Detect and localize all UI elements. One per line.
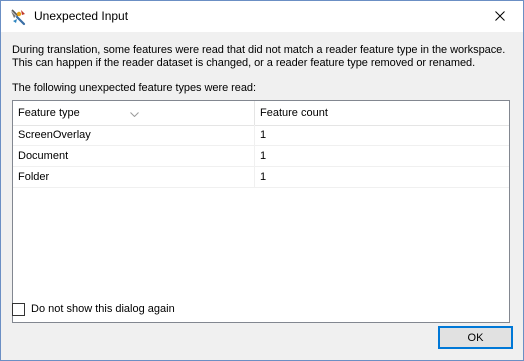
table-caption: The following unexpected feature types w… bbox=[12, 82, 256, 94]
column-header-label: Feature count bbox=[260, 107, 328, 119]
window-title: Unexpected Input bbox=[34, 9, 129, 23]
column-header-feature-type[interactable]: Feature type bbox=[13, 101, 255, 125]
dont-show-again-option[interactable]: Do not show this dialog again bbox=[12, 301, 175, 317]
table-row[interactable]: ScreenOverlay 1 bbox=[13, 125, 509, 146]
fme-workbench-icon bbox=[9, 8, 27, 26]
message-line-2: This can happen if the reader dataset is… bbox=[12, 57, 476, 69]
feature-count-cell: 1 bbox=[260, 171, 267, 183]
ok-button[interactable]: OK bbox=[438, 326, 513, 349]
feature-count-cell: 1 bbox=[260, 129, 267, 141]
table-row[interactable]: Document 1 bbox=[13, 146, 509, 167]
feature-type-cell: ScreenOverlay bbox=[13, 125, 255, 145]
table-header: Feature type Feature count bbox=[13, 101, 509, 126]
close-icon bbox=[495, 8, 505, 26]
dont-show-again-label[interactable]: Do not show this dialog again bbox=[31, 303, 175, 315]
dialog-window: Unexpected Input During translation, som… bbox=[0, 0, 524, 361]
column-header-label: Feature type bbox=[18, 107, 80, 119]
feature-type-table[interactable]: Feature type Feature count ScreenOverlay… bbox=[12, 100, 510, 323]
close-button[interactable] bbox=[477, 1, 523, 32]
table-row[interactable]: Folder 1 bbox=[13, 167, 509, 188]
feature-count-cell: 1 bbox=[260, 150, 267, 162]
message-line-1: During translation, some features were r… bbox=[12, 44, 506, 56]
feature-type-cell: Document bbox=[13, 146, 255, 166]
feature-type-cell: Folder bbox=[13, 167, 255, 187]
column-header-feature-count[interactable]: Feature count bbox=[255, 101, 509, 125]
title-bar[interactable]: Unexpected Input bbox=[1, 1, 523, 32]
dont-show-again-checkbox[interactable] bbox=[12, 302, 25, 316]
sort-indicator-icon bbox=[130, 102, 139, 118]
dialog-body: During translation, some features were r… bbox=[1, 32, 523, 360]
